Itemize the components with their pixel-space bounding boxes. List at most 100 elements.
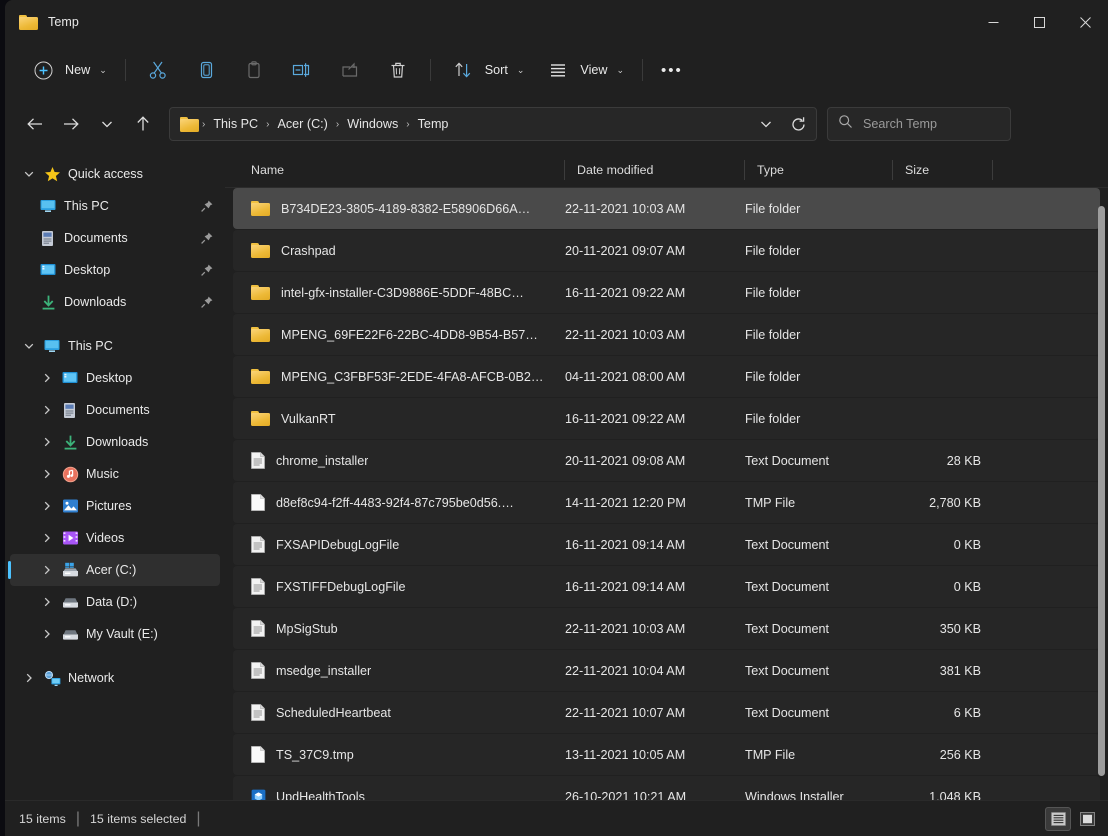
- table-row[interactable]: FXSTIFFDebugLogFile16-11-2021 09:14 AMTe…: [233, 566, 1100, 607]
- close-button[interactable]: [1062, 0, 1108, 44]
- chevron-right-icon[interactable]: [36, 372, 58, 384]
- table-row[interactable]: MpSigStub22-11-2021 10:03 AMText Documen…: [233, 608, 1100, 649]
- file-name-label: MPENG_69FE22F6-22BC-4DD8-9B54-B57…: [281, 328, 538, 342]
- more-options-button[interactable]: •••: [651, 53, 693, 87]
- up-button[interactable]: [125, 107, 161, 141]
- cell-name: msedge_installer: [233, 662, 565, 679]
- column-header-size[interactable]: Size: [893, 152, 993, 188]
- chevron-right-icon[interactable]: [18, 672, 40, 684]
- column-header-type[interactable]: Type: [745, 152, 893, 188]
- text-file-icon: [251, 620, 265, 637]
- sidebar-item-this-pc[interactable]: This PC: [10, 190, 220, 222]
- chevron-down-icon[interactable]: [18, 340, 40, 352]
- text-file-icon: [251, 662, 265, 679]
- sidebar-item-videos[interactable]: Videos: [10, 522, 220, 554]
- chevron-right-icon[interactable]: [36, 500, 58, 512]
- share-button[interactable]: [326, 53, 374, 87]
- sidebar-item-desktop-pc[interactable]: Desktop: [10, 362, 220, 394]
- column-header-name[interactable]: Name ⌃: [225, 152, 565, 188]
- desktop-icon: [58, 370, 82, 386]
- table-row[interactable]: VulkanRT16-11-2021 09:22 AMFile folder: [233, 398, 1100, 439]
- sidebar-group-label: Quick access: [68, 167, 143, 181]
- chevron-down-icon: ⌄: [616, 65, 624, 76]
- sidebar-item-documents-pc[interactable]: Documents: [10, 394, 220, 426]
- delete-button[interactable]: [374, 53, 422, 87]
- maximize-button[interactable]: [1016, 0, 1062, 44]
- chevron-right-icon[interactable]: [36, 404, 58, 416]
- table-row[interactable]: Crashpad20-11-2021 09:07 AMFile folder: [233, 230, 1100, 271]
- pin-icon[interactable]: [200, 199, 214, 213]
- chevron-right-icon[interactable]: [36, 564, 58, 576]
- sidebar-item-acer-c[interactable]: Acer (C:): [10, 554, 220, 586]
- text-file-icon: [251, 536, 265, 553]
- table-row[interactable]: B734DE23-3805-4189-8382-E58906D66A…22-11…: [233, 188, 1100, 229]
- minimize-button[interactable]: [970, 0, 1016, 44]
- chevron-right-icon[interactable]: [36, 628, 58, 640]
- paste-button[interactable]: [230, 53, 278, 87]
- sort-ascending-icon: ⌃: [397, 152, 405, 156]
- table-row[interactable]: FXSAPIDebugLogFile16-11-2021 09:14 AMTex…: [233, 524, 1100, 565]
- sort-button[interactable]: Sort ⌄: [439, 53, 535, 87]
- sidebar-item-label: This PC: [64, 199, 109, 213]
- copy-button[interactable]: [182, 53, 230, 87]
- sidebar-item-network[interactable]: Network: [10, 662, 220, 694]
- sidebar-item-music[interactable]: Music: [10, 458, 220, 490]
- address-bar[interactable]: › This PC › Acer (C:) › Windows › Temp: [169, 107, 817, 141]
- column-divider[interactable]: [992, 160, 993, 180]
- sidebar-item-downloads[interactable]: Downloads: [10, 286, 220, 318]
- back-button[interactable]: [17, 107, 53, 141]
- table-row[interactable]: ScheduledHeartbeat22-11-2021 10:07 AMTex…: [233, 692, 1100, 733]
- breadcrumb-separator: ›: [263, 119, 272, 130]
- table-row[interactable]: TS_37C9.tmp13-11-2021 10:05 AMTMP File25…: [233, 734, 1100, 775]
- title-bar: Temp: [5, 0, 1108, 44]
- sidebar-group-quick-access[interactable]: Quick access: [10, 158, 220, 190]
- breadcrumb-item-windows[interactable]: Windows: [342, 114, 403, 134]
- search-box[interactable]: [827, 107, 1011, 141]
- address-dropdown-button[interactable]: [750, 109, 782, 139]
- table-row[interactable]: chrome_installer20-11-2021 09:08 AMText …: [233, 440, 1100, 481]
- new-button[interactable]: New ⌄: [19, 53, 117, 87]
- chevron-down-icon[interactable]: [18, 168, 40, 180]
- pin-icon[interactable]: [200, 295, 214, 309]
- large-icons-view-button[interactable]: [1074, 807, 1100, 831]
- column-header-type-label: Type: [757, 163, 784, 177]
- rename-button[interactable]: [278, 53, 326, 87]
- forward-button[interactable]: [53, 107, 89, 141]
- table-row[interactable]: MPENG_C3FBF53F-2EDE-4FA8-AFCB-0B2…04-11-…: [233, 356, 1100, 397]
- column-header-date-modified[interactable]: Date modified: [565, 152, 745, 188]
- pin-icon[interactable]: [200, 231, 214, 245]
- cell-date-modified: 04-11-2021 08:00 AM: [565, 370, 745, 384]
- chevron-right-icon[interactable]: [36, 532, 58, 544]
- sidebar-item-pictures[interactable]: Pictures: [10, 490, 220, 522]
- download-icon: [36, 294, 60, 311]
- table-row[interactable]: intel-gfx-installer-C3D9886E-5DDF-48BC…1…: [233, 272, 1100, 313]
- scrollbar-thumb[interactable]: [1098, 206, 1105, 776]
- chevron-right-icon[interactable]: [36, 436, 58, 448]
- sidebar-item-documents[interactable]: Documents: [10, 222, 220, 254]
- status-separator: |: [76, 810, 80, 828]
- table-row[interactable]: MPENG_69FE22F6-22BC-4DD8-9B54-B57…22-11-…: [233, 314, 1100, 355]
- sidebar-group-this-pc[interactable]: This PC: [10, 330, 220, 362]
- sidebar-item-data-d[interactable]: Data (D:): [10, 586, 220, 618]
- sidebar-item-my-vault-e[interactable]: My Vault (E:): [10, 618, 220, 650]
- table-row[interactable]: d8ef8c94-f2ff-4483-92f4-87c795be0d56.…14…: [233, 482, 1100, 523]
- cut-button[interactable]: [134, 53, 182, 87]
- pin-icon[interactable]: [200, 263, 214, 277]
- sidebar-item-downloads-pc[interactable]: Downloads: [10, 426, 220, 458]
- sidebar-item-label: Acer (C:): [86, 563, 136, 577]
- chevron-right-icon[interactable]: [36, 596, 58, 608]
- file-list-scrollbar[interactable]: [1098, 206, 1105, 791]
- details-view-button[interactable]: [1045, 807, 1071, 831]
- refresh-button[interactable]: [782, 109, 814, 139]
- table-row[interactable]: msedge_installer22-11-2021 10:04 AMText …: [233, 650, 1100, 691]
- breadcrumb-item-temp[interactable]: Temp: [413, 114, 454, 134]
- breadcrumb-item-acer-c[interactable]: Acer (C:): [272, 114, 332, 134]
- chevron-right-icon[interactable]: [36, 468, 58, 480]
- recent-locations-button[interactable]: [89, 107, 125, 141]
- breadcrumb-item-this-pc[interactable]: This PC: [208, 114, 263, 134]
- view-button[interactable]: View ⌄: [534, 53, 634, 87]
- file-name-label: chrome_installer: [276, 454, 368, 468]
- table-row[interactable]: UpdHealthTools26-10-2021 10:21 AMWindows…: [233, 776, 1100, 800]
- search-input[interactable]: [863, 117, 993, 131]
- sidebar-item-desktop[interactable]: Desktop: [10, 254, 220, 286]
